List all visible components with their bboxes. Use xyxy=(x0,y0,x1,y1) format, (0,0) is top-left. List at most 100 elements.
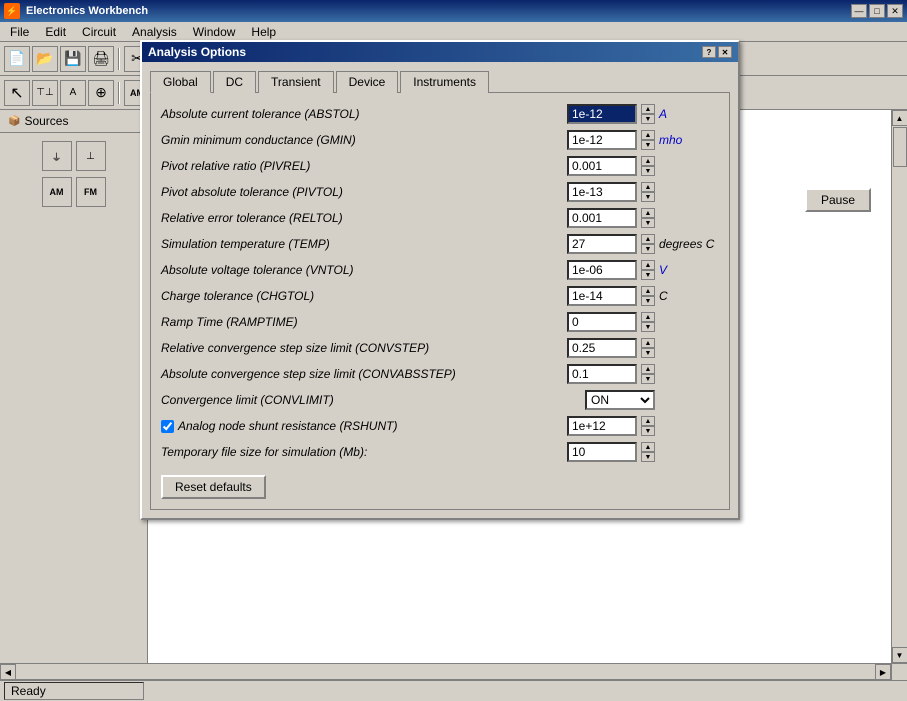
input-group-ramptime: ▲ ▼ xyxy=(567,312,719,332)
scroll-down-button[interactable]: ▼ xyxy=(892,647,907,663)
open-button[interactable]: 📂 xyxy=(32,46,58,72)
sources-icon: 📦 xyxy=(8,116,20,127)
input-convstep[interactable] xyxy=(567,338,637,358)
spin-up-convabsstep[interactable]: ▲ xyxy=(641,364,655,374)
tab-instruments[interactable]: Instruments xyxy=(400,71,489,93)
label-convstep: Relative convergence step size limit (CO… xyxy=(161,341,567,355)
pause-area: Pause xyxy=(805,188,871,212)
spin-down-chgtol[interactable]: ▼ xyxy=(641,296,655,306)
tab-dc[interactable]: DC xyxy=(213,71,256,93)
scroll-thumb[interactable] xyxy=(893,127,907,167)
spin-reltol: ▲ ▼ xyxy=(641,208,655,228)
spin-up-gmin[interactable]: ▲ xyxy=(641,130,655,140)
spin-down-vntol[interactable]: ▼ xyxy=(641,270,655,280)
checkbox-rshunt[interactable] xyxy=(161,420,174,433)
spin-up-chgtol[interactable]: ▲ xyxy=(641,286,655,296)
dc-source[interactable]: FM xyxy=(76,177,106,207)
input-gmin[interactable] xyxy=(567,130,637,150)
scroll-left-button[interactable]: ◀ xyxy=(0,664,16,680)
input-tempfile[interactable] xyxy=(567,442,637,462)
field-convstep: Relative convergence step size limit (CO… xyxy=(161,337,719,359)
close-button[interactable]: ✕ xyxy=(887,4,903,18)
spin-up-ramptime[interactable]: ▲ xyxy=(641,312,655,322)
print-button[interactable]: 🖨 xyxy=(88,46,114,72)
label-reltol: Relative error tolerance (RELTOL) xyxy=(161,211,567,225)
spin-down-convabsstep[interactable]: ▼ xyxy=(641,374,655,384)
spin-down-temp[interactable]: ▼ xyxy=(641,244,655,254)
junction-button[interactable]: ⊕ xyxy=(88,80,114,106)
input-convabsstep[interactable] xyxy=(567,364,637,384)
vref-symbol[interactable]: ⊥ xyxy=(76,141,106,171)
separator-2 xyxy=(118,82,120,104)
reset-btn-row: Reset defaults xyxy=(161,467,719,499)
input-temp[interactable] xyxy=(567,234,637,254)
wire-button[interactable]: ⊤⊥ xyxy=(32,80,58,106)
tab-device[interactable]: Device xyxy=(336,71,399,93)
label-pivrel: Pivot relative ratio (PIVREL) xyxy=(161,159,567,173)
spin-vntol: ▲ ▼ xyxy=(641,260,655,280)
menu-analysis[interactable]: Analysis xyxy=(124,23,185,41)
menu-window[interactable]: Window xyxy=(185,23,244,41)
spin-up-temp[interactable]: ▲ xyxy=(641,234,655,244)
label-button[interactable]: A xyxy=(60,80,86,106)
input-chgtol[interactable] xyxy=(567,286,637,306)
input-pivtol[interactable] xyxy=(567,182,637,202)
separator-1 xyxy=(118,48,120,70)
menu-circuit[interactable]: Circuit xyxy=(74,23,124,41)
tab-global[interactable]: Global xyxy=(150,71,211,93)
minimize-button[interactable]: — xyxy=(851,4,867,18)
spin-down-ramptime[interactable]: ▼ xyxy=(641,322,655,332)
spin-down-tempfile[interactable]: ▼ xyxy=(641,452,655,462)
vertical-scrollbar[interactable]: ▲ ▼ xyxy=(891,110,907,663)
spin-down-gmin[interactable]: ▼ xyxy=(641,140,655,150)
spin-down-rshunt[interactable]: ▼ xyxy=(641,426,655,436)
menu-file[interactable]: File xyxy=(2,23,37,41)
spin-up-pivtol[interactable]: ▲ xyxy=(641,182,655,192)
select-convlimit[interactable]: ON OFF xyxy=(585,390,655,410)
input-ramptime[interactable] xyxy=(567,312,637,332)
field-ramptime: Ramp Time (RAMPTIME) ▲ ▼ xyxy=(161,311,719,333)
spin-up-reltol[interactable]: ▲ xyxy=(641,208,655,218)
ac-source[interactable]: AM xyxy=(42,177,72,207)
spin-down-reltol[interactable]: ▼ xyxy=(641,218,655,228)
scroll-corner xyxy=(891,664,907,680)
spin-down-convstep[interactable]: ▼ xyxy=(641,348,655,358)
maximize-button[interactable]: □ xyxy=(869,4,885,18)
spin-ramptime: ▲ ▼ xyxy=(641,312,655,332)
dialog-help-button[interactable]: ? xyxy=(702,46,716,58)
spin-up-tempfile[interactable]: ▲ xyxy=(641,442,655,452)
save-button[interactable]: 💾 xyxy=(60,46,86,72)
new-button[interactable]: 📄 xyxy=(4,46,30,72)
input-group-convabsstep: ▲ ▼ xyxy=(567,364,719,384)
input-rshunt[interactable] xyxy=(567,416,637,436)
spin-down-pivtol[interactable]: ▼ xyxy=(641,192,655,202)
spin-up-rshunt[interactable]: ▲ xyxy=(641,416,655,426)
input-reltol[interactable] xyxy=(567,208,637,228)
spin-up-abstol[interactable]: ▲ xyxy=(641,104,655,114)
unit-gmin: mho xyxy=(659,133,719,147)
menu-edit[interactable]: Edit xyxy=(37,23,74,41)
dialog-title-bar: Analysis Options ? ✕ xyxy=(142,42,738,62)
field-convabsstep: Absolute convergence step size limit (CO… xyxy=(161,363,719,385)
component-row-1: ⏚ ⊥ xyxy=(4,141,143,171)
input-pivrel[interactable] xyxy=(567,156,637,176)
spin-down-pivrel[interactable]: ▼ xyxy=(641,166,655,176)
spin-down-abstol[interactable]: ▼ xyxy=(641,114,655,124)
spin-up-vntol[interactable]: ▲ xyxy=(641,260,655,270)
hscroll-track xyxy=(16,664,875,679)
pause-button[interactable]: Pause xyxy=(805,188,871,212)
scroll-right-button[interactable]: ▶ xyxy=(875,664,891,680)
input-abstol[interactable] xyxy=(567,104,637,124)
gnd-symbol[interactable]: ⏚ xyxy=(42,141,72,171)
input-vntol[interactable] xyxy=(567,260,637,280)
reset-defaults-button[interactable]: Reset defaults xyxy=(161,475,266,499)
menu-help[interactable]: Help xyxy=(243,23,284,41)
input-group-pivrel: ▲ ▼ xyxy=(567,156,719,176)
dialog-close-button[interactable]: ✕ xyxy=(718,46,732,58)
tab-transient[interactable]: Transient xyxy=(258,71,334,93)
spin-up-convstep[interactable]: ▲ xyxy=(641,338,655,348)
scroll-up-button[interactable]: ▲ xyxy=(892,110,907,126)
spin-up-pivrel[interactable]: ▲ xyxy=(641,156,655,166)
spin-abstol: ▲ ▼ xyxy=(641,104,655,124)
pointer-button[interactable]: ↖ xyxy=(4,80,30,106)
